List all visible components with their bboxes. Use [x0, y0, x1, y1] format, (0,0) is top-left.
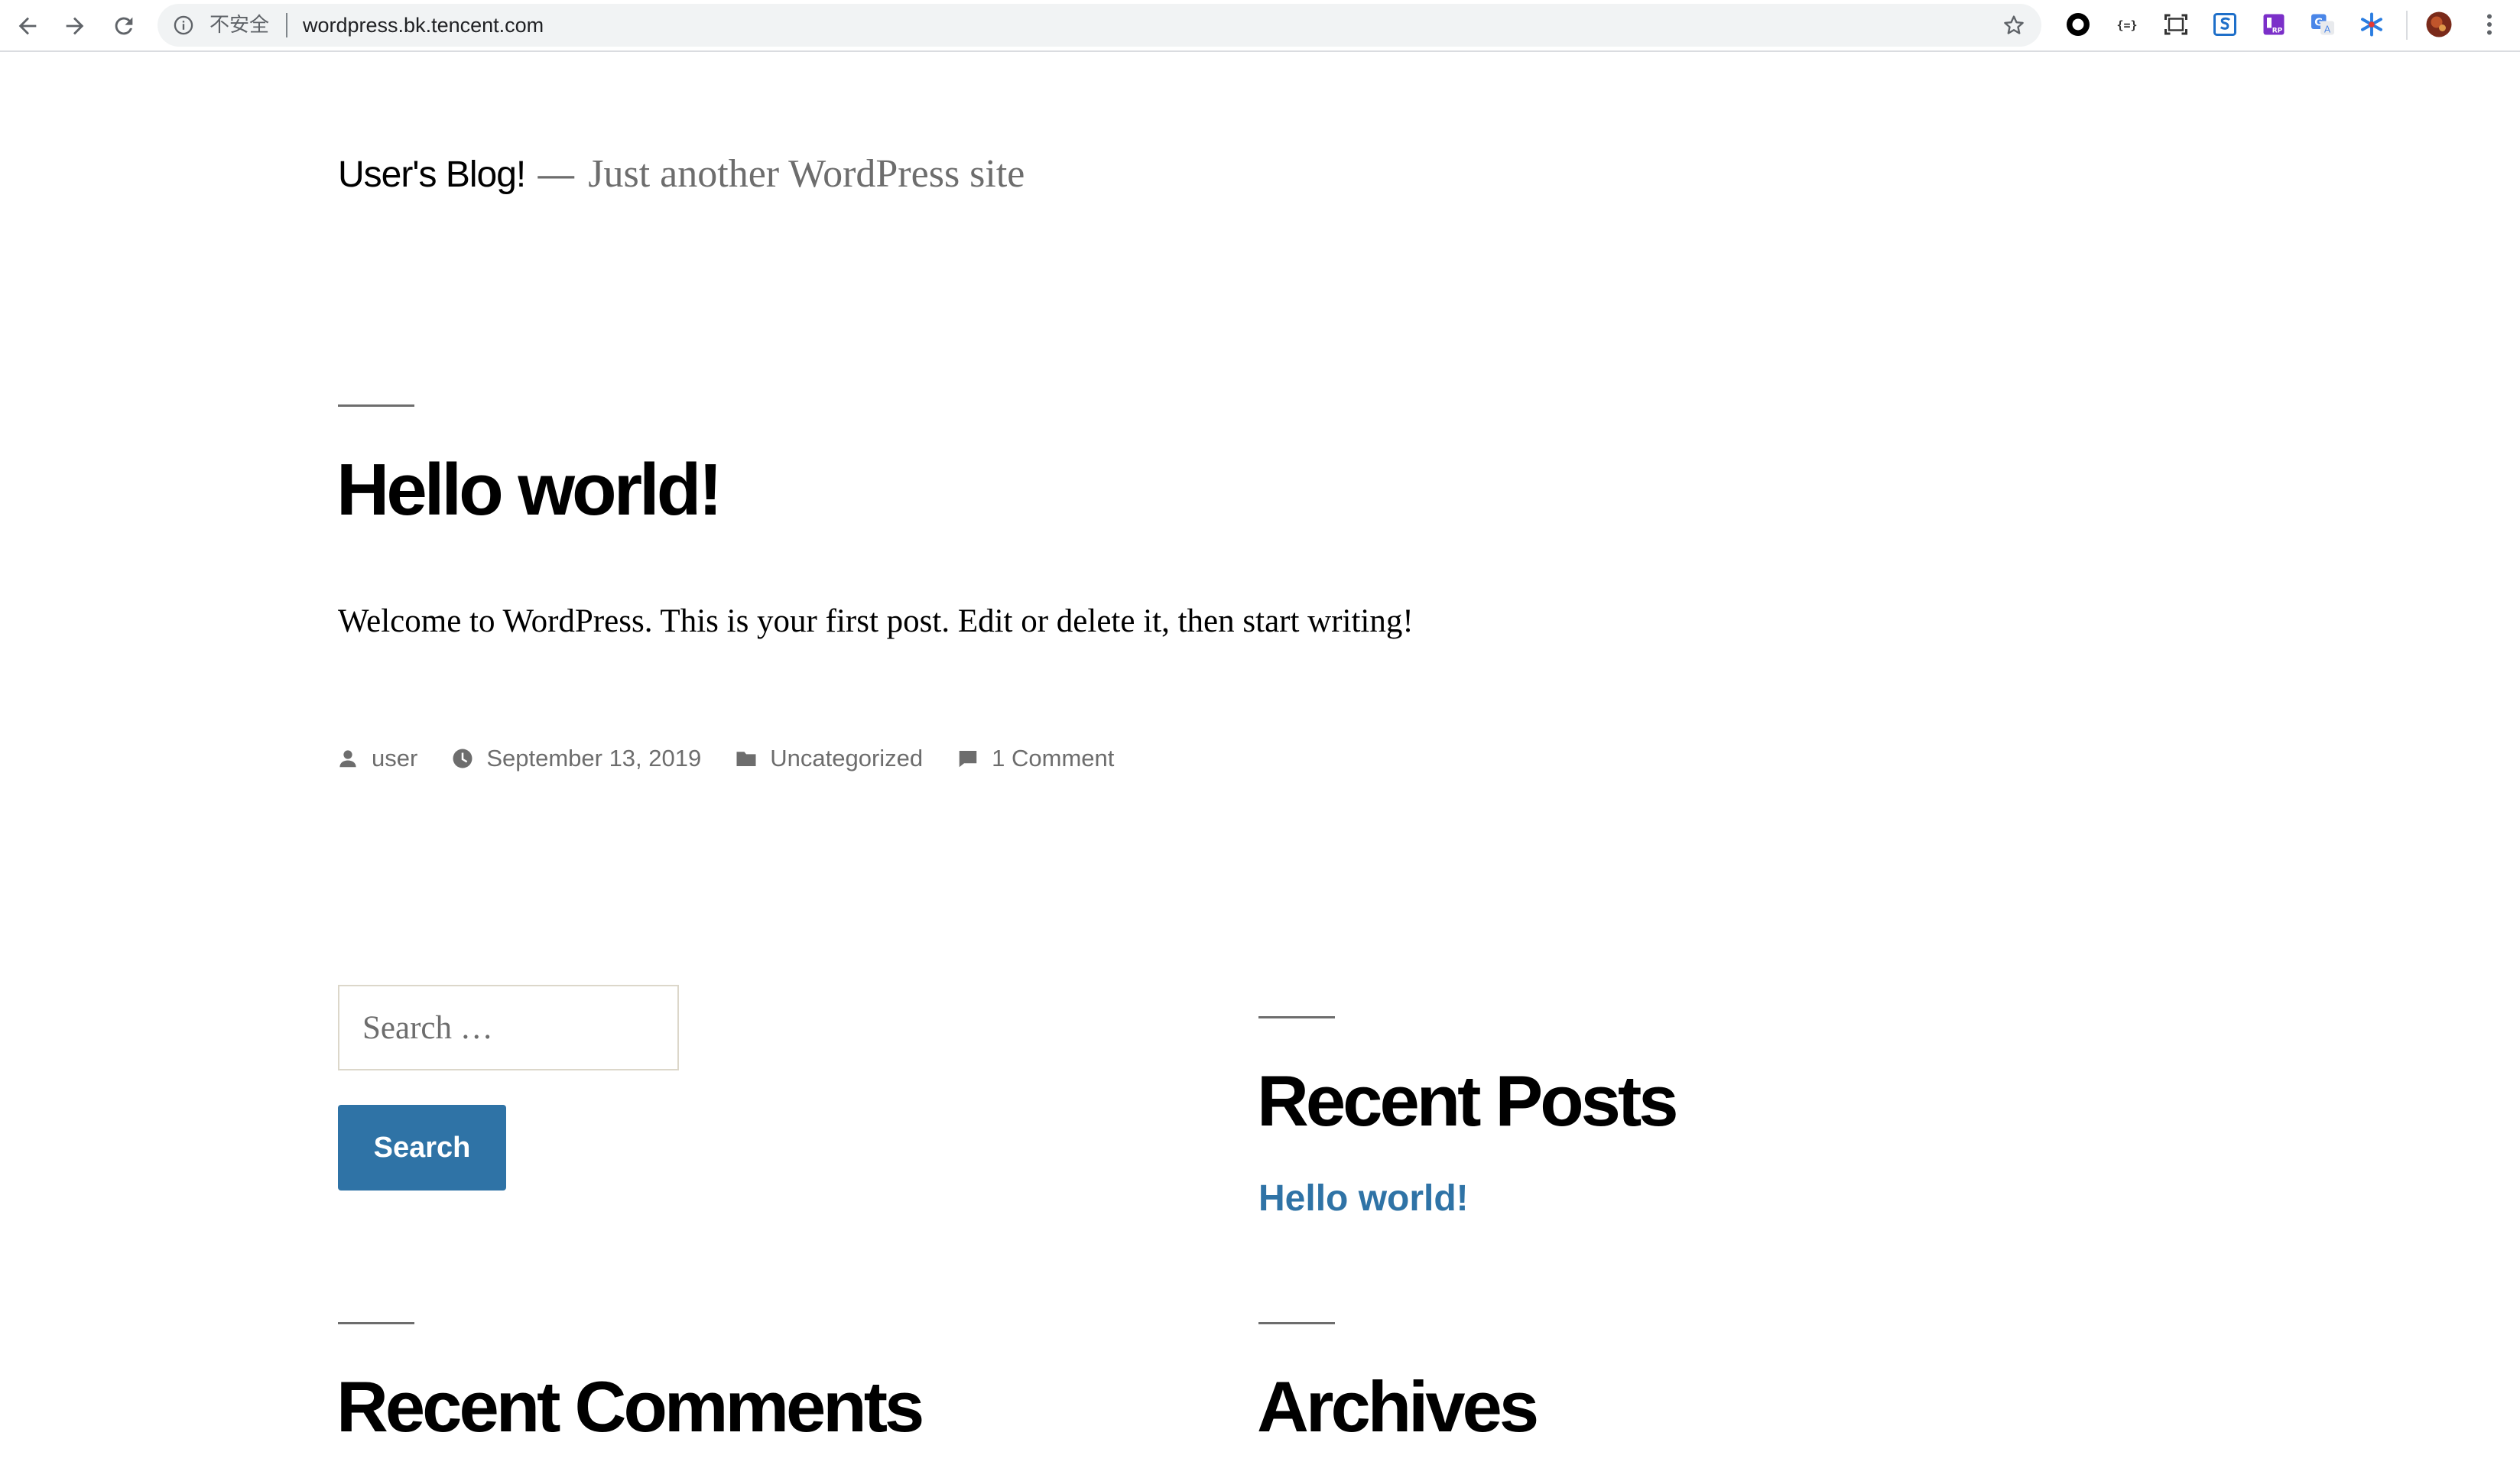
reload-icon	[115, 17, 133, 35]
site-header: User's Blog! — Just another WordPress site	[338, 151, 1025, 197]
recent-comments-separator	[338, 1322, 414, 1324]
site-title-separator: —	[537, 154, 575, 195]
search-button[interactable]: Search	[338, 1105, 506, 1191]
post-date[interactable]: September 13, 2019	[451, 745, 701, 772]
recent-post-link[interactable]: Hello world!	[1258, 1178, 1469, 1220]
address-separator	[286, 13, 287, 37]
address-bar[interactable]: 不安全 wordpress.bk.tencent.com	[158, 4, 2041, 47]
svg-text:RP: RP	[2272, 28, 2283, 35]
svg-text:A: A	[2324, 24, 2331, 35]
post-author[interactable]: user	[336, 745, 417, 772]
search-input[interactable]	[338, 985, 679, 1070]
archives-separator	[1258, 1322, 1335, 1324]
extension-json-icon[interactable]: {=}	[2112, 9, 2142, 40]
browser-toolbar: 不安全 wordpress.bk.tencent.com {=} RP GA	[0, 0, 2520, 52]
post-separator	[338, 404, 414, 407]
url-text[interactable]: wordpress.bk.tencent.com	[303, 14, 544, 37]
star-icon[interactable]	[2002, 13, 2026, 37]
recent-posts-title: Recent Posts	[1257, 1061, 1679, 1141]
site-tagline: Just another WordPress site	[588, 152, 1025, 196]
post-category-text[interactable]: Uncategorized	[770, 745, 923, 772]
post-category[interactable]: Uncategorized	[735, 745, 923, 772]
folder-icon	[736, 752, 756, 766]
avatar[interactable]	[2424, 9, 2454, 40]
post-meta: user September 13, 2019 Uncategorized 1 …	[336, 745, 1148, 772]
toolbar-divider	[2406, 11, 2408, 40]
svg-text:{=}: {=}	[2116, 18, 2137, 32]
comment-icon	[959, 751, 977, 768]
extension-s-icon[interactable]	[2210, 9, 2240, 40]
post-comments[interactable]: 1 Comment	[956, 745, 1114, 772]
post-title[interactable]: Hello world!	[336, 448, 723, 532]
forward-icon	[66, 17, 84, 35]
post-comments-text[interactable]: 1 Comment	[992, 745, 1114, 772]
info-icon[interactable]	[173, 15, 194, 36]
back-button[interactable]	[9, 8, 46, 44]
post-excerpt: Welcome to WordPress. This is your first…	[338, 603, 1414, 639]
back-icon	[18, 17, 37, 35]
recent-comments-title: Recent Comments	[336, 1366, 924, 1447]
clock-icon	[453, 749, 472, 768]
archives-title: Archives	[1257, 1366, 1539, 1447]
security-label[interactable]: 不安全	[209, 14, 269, 37]
recent-posts-separator	[1258, 1016, 1335, 1018]
post-author-name[interactable]: user	[372, 745, 417, 772]
extension-rp-icon[interactable]: RP	[2259, 9, 2289, 40]
reload-button[interactable]	[106, 8, 142, 44]
post-date-text[interactable]: September 13, 2019	[486, 745, 701, 772]
forward-button[interactable]	[57, 8, 93, 44]
extension-record-icon[interactable]	[2063, 9, 2093, 40]
user-icon	[339, 750, 356, 768]
menu-icon[interactable]	[2474, 9, 2505, 40]
site-title[interactable]: User's Blog!	[338, 154, 526, 195]
extension-translate-icon[interactable]: GA	[2307, 9, 2338, 40]
extension-asterisk-icon[interactable]	[2356, 9, 2387, 40]
extension-screenshot-icon[interactable]	[2161, 9, 2191, 40]
